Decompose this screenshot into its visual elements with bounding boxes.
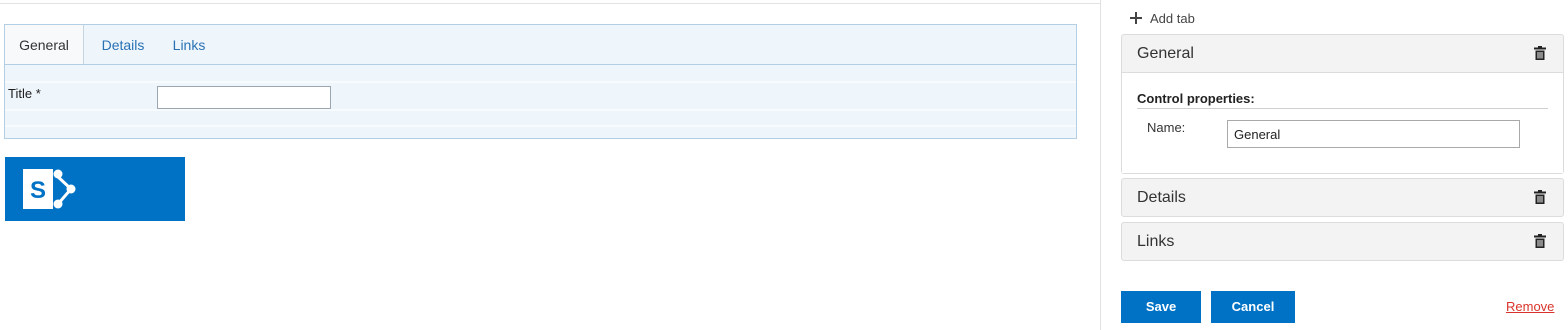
cancel-button[interactable]: Cancel: [1211, 291, 1295, 323]
trash-icon[interactable]: [1534, 190, 1546, 204]
control-properties-divider: [1137, 108, 1548, 109]
trash-icon[interactable]: [1534, 46, 1546, 60]
sharepoint-logo: S: [5, 157, 185, 221]
preview-tab-strip: General Details Links: [5, 25, 1076, 65]
add-tab-button[interactable]: Add tab: [1128, 8, 1195, 28]
tab-editor-title: Details: [1137, 189, 1186, 206]
name-field-label: Name:: [1147, 120, 1186, 135]
panel-divider: [1100, 0, 1101, 330]
plus-icon: [1128, 10, 1144, 26]
tab-editor-details: Details: [1121, 178, 1564, 217]
tab-editor-general-body: Control properties: Name:: [1122, 72, 1563, 173]
tab-editor-general-header[interactable]: General: [1122, 35, 1563, 72]
tab-editor-title: Links: [1137, 233, 1175, 250]
tab-editor-title: General: [1137, 45, 1194, 62]
preview-tab-details[interactable]: Details: [87, 25, 159, 65]
save-button[interactable]: Save: [1121, 291, 1201, 323]
svg-text:S: S: [30, 177, 46, 204]
add-tab-label: Add tab: [1150, 10, 1195, 26]
top-divider: [0, 3, 1100, 4]
trash-icon[interactable]: [1534, 234, 1546, 248]
row-divider: [5, 81, 1076, 83]
control-properties-heading: Control properties:: [1137, 91, 1255, 106]
sharepoint-icon: S: [23, 169, 76, 209]
name-field-input[interactable]: [1227, 120, 1520, 148]
tab-editor-links-header[interactable]: Links: [1122, 223, 1563, 260]
form-preview: General Details Links Title *: [4, 24, 1077, 139]
row-divider: [5, 125, 1076, 127]
row-divider: [5, 109, 1076, 111]
tab-editor-general: General Control properties: Name:: [1121, 34, 1564, 174]
title-field-input[interactable]: [157, 86, 331, 109]
remove-link[interactable]: Remove: [1506, 299, 1554, 314]
title-field-label: Title *: [8, 86, 41, 101]
preview-tab-general[interactable]: General: [5, 25, 84, 65]
tab-editor-links: Links: [1121, 222, 1564, 261]
preview-tab-panel: Title *: [5, 64, 1076, 138]
preview-tab-links[interactable]: Links: [160, 25, 218, 65]
tab-editor-details-header[interactable]: Details: [1122, 179, 1563, 216]
